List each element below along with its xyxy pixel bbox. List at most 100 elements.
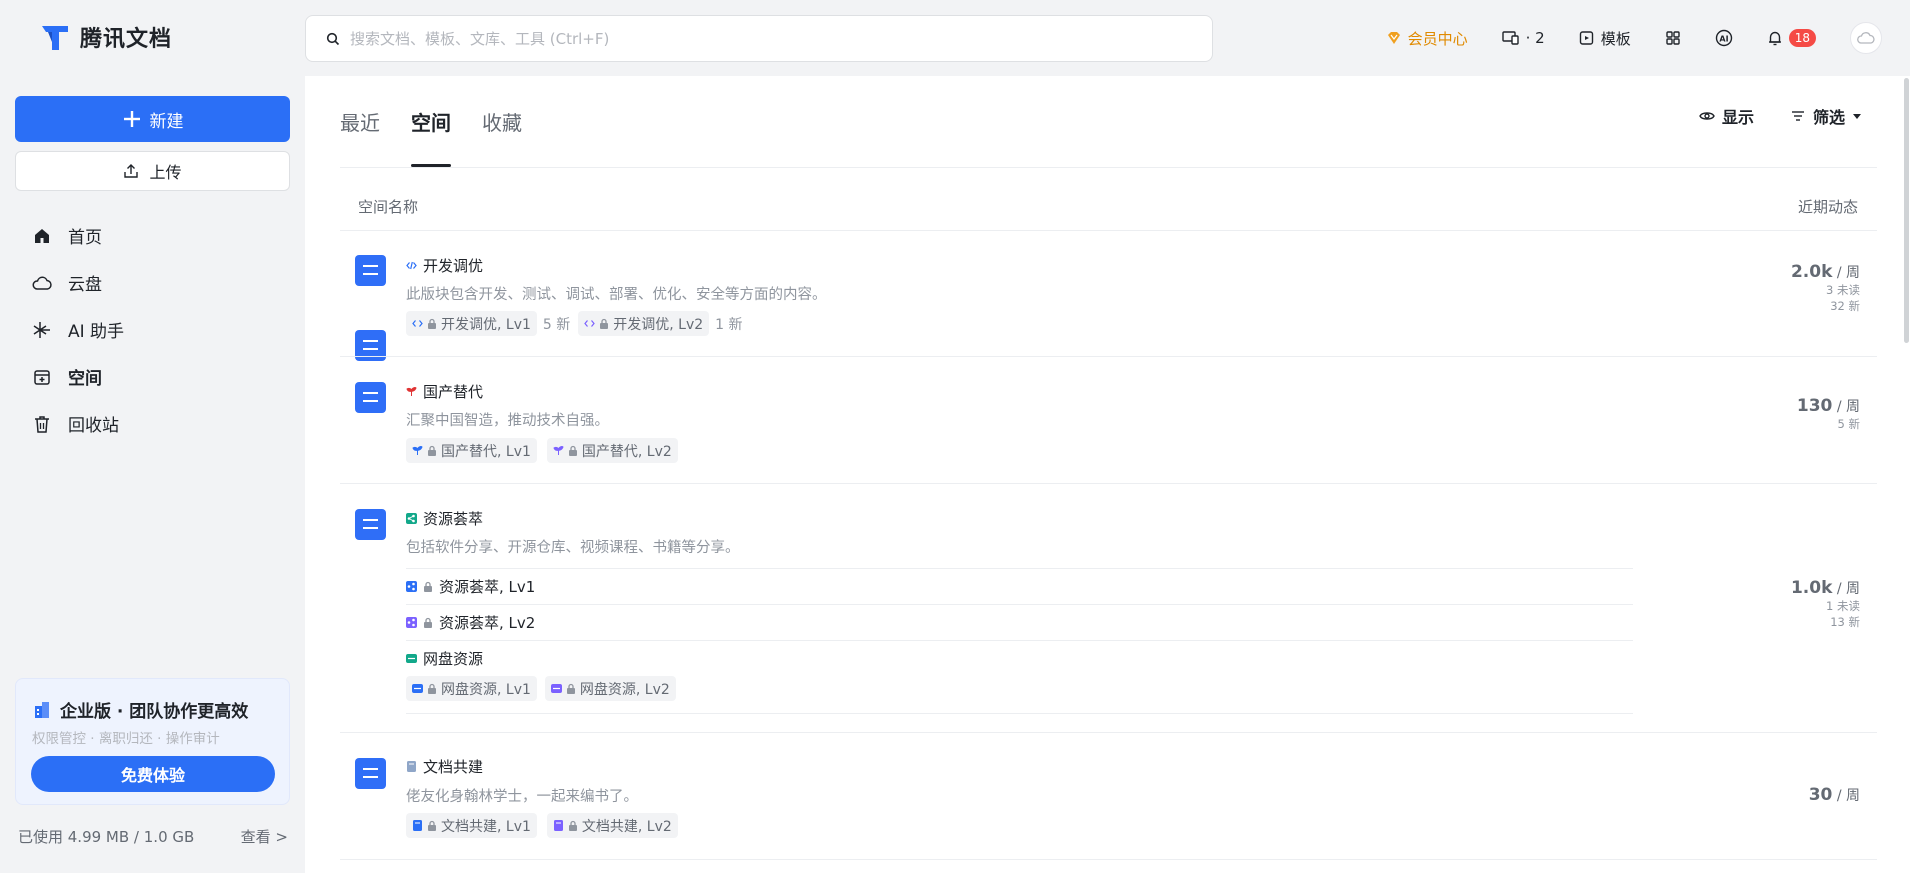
sidebar-item-home[interactable]: 首页 [15, 212, 290, 259]
vip-center-label: 会员中心 [1407, 29, 1468, 48]
space-title[interactable]: 资源荟萃 [406, 508, 483, 529]
sidebar-item-label: 云盘 [68, 275, 102, 295]
filter-button[interactable]: 筛选 [1790, 104, 1862, 128]
code-icon [412, 320, 423, 327]
search-input[interactable] [350, 29, 1212, 48]
templates-button[interactable]: 模板 [1579, 28, 1631, 49]
space-row-docs[interactable]: 文档共建 佬友化身翰林学士，一起来编书了。 文档共建, Lv1 文档共建, Lv… [340, 733, 1877, 859]
sprout-icon [553, 446, 564, 455]
activity-stat: 30 / 周 [1809, 785, 1860, 805]
devices-count: · 2 [1525, 29, 1545, 47]
app-logo[interactable]: 腾讯文档 [38, 20, 172, 54]
storage-info: 已使用 4.99 MB / 1.0 GB 查看 > [18, 826, 288, 847]
cloud-drive-icon [406, 654, 417, 663]
channel-row[interactable]: 资源荟萃, Lv2 [406, 604, 1633, 640]
channel-label: 资源荟萃, Lv2 [439, 614, 536, 632]
sidebar-item-label: 首页 [68, 228, 102, 248]
channel-list: 资源荟萃, Lv1 资源荟萃, Lv2 网盘资源 网盘资源, Lv1 网盘资源,… [406, 568, 1633, 722]
lock-icon [428, 445, 436, 456]
plus-icon [123, 111, 140, 127]
code-icon [584, 320, 596, 327]
apps-button[interactable] [1665, 30, 1681, 46]
channel-row[interactable]: 资源荟萃, Lv1 [406, 568, 1633, 604]
new-button-label: 新建 [149, 111, 184, 132]
scrollbar[interactable] [1904, 76, 1910, 346]
new-count: 5 新 [1837, 417, 1860, 431]
templates-label: 模板 [1600, 29, 1631, 48]
new-count: 13 新 [1830, 615, 1860, 629]
top-bar: 腾讯文档 会员中心 · 2 模板 [0, 0, 1910, 76]
sidebar-item-trash[interactable]: 回收站 [15, 400, 290, 447]
space-doc-icon [355, 509, 386, 540]
notification-badge: 18 [1788, 29, 1816, 47]
template-icon [1579, 31, 1593, 45]
chip-label: 文档共建, Lv1 [441, 818, 531, 835]
lock-icon [428, 820, 436, 831]
channel-chip[interactable]: 文档共建, Lv2 [546, 813, 678, 838]
activity-unit: / 周 [1836, 788, 1860, 804]
filter-icon [1791, 111, 1804, 121]
channel-chip[interactable]: 文档共建, Lv1 [406, 813, 537, 838]
channel-chip[interactable]: 国产替代, Lv2 [546, 438, 678, 463]
search-icon [326, 32, 340, 45]
channel-chip[interactable]: 开发调优, Lv1 [406, 311, 537, 336]
lock-icon [428, 683, 436, 694]
share-icon [406, 581, 417, 592]
promo-title: 企业版 · 团队协作更高效 [32, 697, 248, 722]
space-title[interactable]: 开发调优 [406, 255, 483, 276]
channel-chip[interactable]: 网盘资源, Lv2 [544, 676, 676, 701]
apps-grid-icon [1666, 31, 1680, 45]
ai-button[interactable]: AI [1715, 29, 1733, 47]
space-row-dev[interactable]: 开发调优 此版块包含开发、测试、调试、部署、优化、安全等方面的内容。 开发调优,… [340, 232, 1877, 358]
space-doc-icon [355, 382, 386, 413]
storage-view-link[interactable]: 查看 > [241, 826, 288, 847]
sprout-icon [412, 446, 423, 455]
space-desc: 此版块包含开发、测试、调试、部署、优化、安全等方面的内容。 [406, 287, 827, 303]
search-bar[interactable] [305, 15, 1213, 62]
devices-button[interactable]: · 2 [1501, 29, 1545, 47]
space-icon [34, 369, 50, 385]
channel-chip[interactable]: 开发调优, Lv2 [578, 311, 710, 336]
user-avatar[interactable] [1850, 22, 1882, 54]
space-title[interactable]: 国产替代 [406, 381, 483, 402]
sidebar-item-ai[interactable]: AI 助手 [15, 306, 290, 353]
vip-center-button[interactable]: 会员中心 [1386, 28, 1468, 49]
vip-diamond-icon [1387, 32, 1400, 44]
activity-number: 130 [1796, 396, 1833, 416]
activity-number: 2.0k [1790, 262, 1833, 282]
new-button[interactable]: 新建 [15, 96, 290, 142]
sidebar-item-cloud[interactable]: 云盘 [15, 259, 290, 306]
notifications-button[interactable]: 18 [1767, 29, 1816, 47]
chip-label: 网盘资源, Lv2 [579, 681, 670, 698]
sidebar-item-label: AI 助手 [68, 322, 125, 342]
free-trial-button[interactable]: 免费体验 [31, 756, 275, 792]
channel-group-row[interactable]: 网盘资源 [406, 640, 1633, 676]
lock-icon [424, 617, 432, 628]
ai-assistant-icon [33, 321, 50, 338]
activity-stat: 130 / 周 5 新 [1797, 396, 1860, 432]
channel-chip[interactable]: 国产替代, Lv1 [406, 438, 537, 463]
sidebar-item-space[interactable]: 空间 [15, 353, 290, 400]
book-icon [553, 820, 563, 831]
tencent-docs-logo-icon [42, 26, 68, 50]
display-button[interactable]: 显示 [1699, 104, 1754, 128]
sidebar: 新建 上传 首页 云盘 AI 助手 空间 回收站 企业版 · 团队协作更高效 权… [0, 76, 305, 873]
space-doc-icon [355, 255, 386, 286]
tab-favorites[interactable]: 收藏 [482, 76, 522, 167]
space-row-domestic[interactable]: 国产替代 汇聚中国智造，推动技术自强。 国产替代, Lv1 国产替代, Lv2 … [340, 357, 1877, 483]
tab-recent[interactable]: 最近 [340, 76, 380, 167]
activity-stat: 1.0k / 周 1 未读 13 新 [1791, 578, 1860, 630]
book-icon [413, 820, 422, 831]
chip-new-count: 1 新 [715, 316, 743, 333]
chip-new-count: 5 新 [542, 316, 571, 333]
unread-count: 1 未读 [1826, 599, 1860, 613]
tab-space[interactable]: 空间 [411, 76, 451, 167]
channel-chip[interactable]: 网盘资源, Lv1 [406, 676, 537, 701]
space-title[interactable]: 文档共建 [406, 756, 483, 777]
ai-icon: AI [1715, 29, 1732, 47]
svg-text:AI: AI [1719, 34, 1728, 43]
col-recent-activity: 近期动态 [1797, 198, 1858, 216]
upload-button[interactable]: 上传 [15, 151, 290, 191]
space-row-resources[interactable]: 资源荟萃 包括软件分享、开源仓库、视频课程、书籍等分享。 资源荟萃, Lv1 资… [340, 484, 1877, 732]
code-icon [406, 261, 417, 270]
